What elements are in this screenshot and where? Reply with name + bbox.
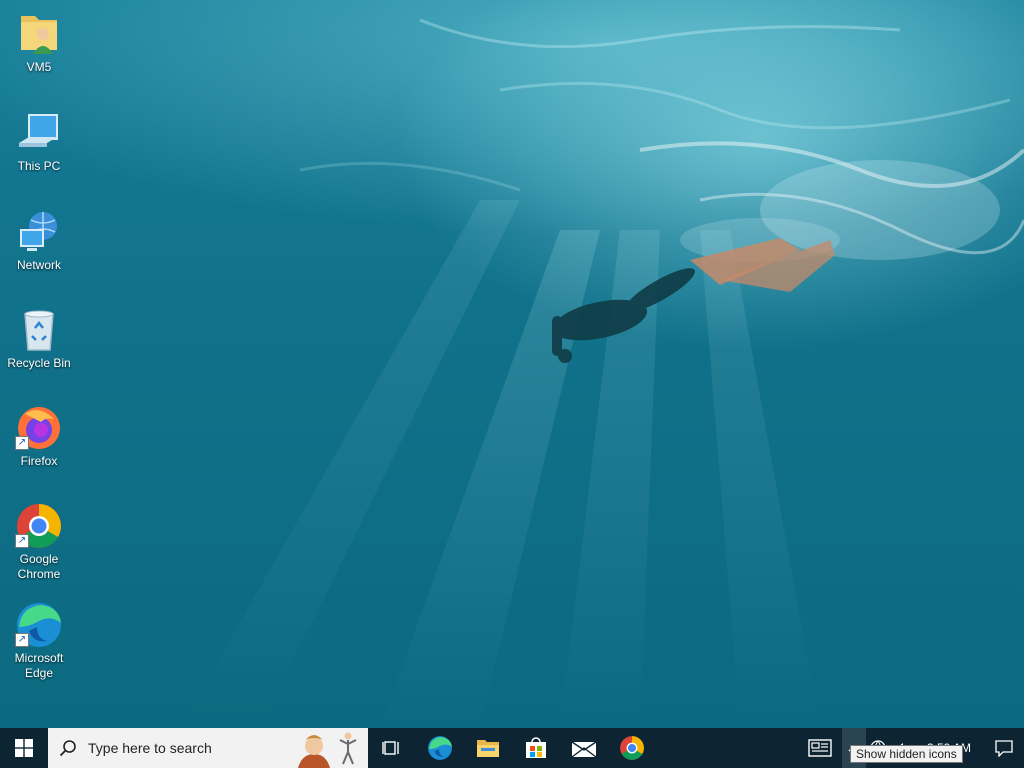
desktop-icon-vm5[interactable]: VM5 [4, 10, 74, 75]
mail-icon [571, 741, 597, 758]
desktop-icon-label: Microsoft Edge [14, 651, 64, 680]
desktop-icon-label: Network [16, 258, 61, 272]
edge-icon [428, 736, 452, 760]
shortcut-arrow-icon: ↗ [15, 534, 29, 548]
task-view-icon [382, 741, 399, 755]
desktop-icon-label: This PC [17, 159, 61, 173]
windows-logo-icon [15, 739, 33, 757]
desktop-icon-label: VM5 [26, 60, 52, 74]
desktop-icon-this-pc[interactable]: This PC [4, 109, 74, 174]
desktop-wallpaper [0, 0, 1024, 728]
desktop-icon-label: Recycle Bin [7, 356, 71, 370]
task-view-button[interactable] [368, 728, 416, 768]
shortcut-arrow-icon: ↗ [15, 633, 29, 647]
network-icon [20, 212, 57, 251]
search-placeholder: Type here to search [88, 740, 212, 756]
store-icon [526, 737, 546, 758]
search-box[interactable]: Type here to search [48, 728, 368, 768]
desktop-icon-label: Google Chrome [17, 552, 61, 581]
user-folder-icon [21, 16, 57, 54]
computer-icon [19, 114, 58, 147]
search-icon [48, 739, 88, 757]
news-widget-button[interactable] [798, 728, 842, 768]
start-button[interactable] [0, 728, 48, 768]
notification-icon [995, 740, 1013, 757]
taskbar-store-button[interactable] [512, 728, 560, 768]
recycle-bin-icon [24, 310, 54, 351]
search-highlight-illustration-icon [298, 732, 357, 768]
shortcut-arrow-icon: ↗ [15, 436, 29, 450]
desktop-icon-label: Firefox [20, 454, 58, 468]
desktop-icon-network[interactable]: Network [4, 208, 74, 273]
desktop-icon-google-chrome[interactable]: ↗ Google Chrome [4, 502, 74, 582]
taskbar-file-explorer-button[interactable] [464, 728, 512, 768]
file-explorer-icon [477, 740, 499, 757]
desktop-icon-microsoft-edge[interactable]: ↗ Microsoft Edge [4, 601, 74, 681]
taskbar-mail-button[interactable] [560, 728, 608, 768]
notifications-button[interactable] [984, 728, 1024, 768]
desktop-icon-recycle-bin[interactable]: Recycle Bin [4, 306, 74, 371]
chrome-icon [620, 736, 644, 760]
news-icon [808, 739, 832, 757]
taskbar-chrome-button[interactable] [608, 728, 656, 768]
desktop-icon-firefox[interactable]: ↗ Firefox [4, 404, 74, 469]
taskbar-edge-button[interactable] [416, 728, 464, 768]
tooltip-show-hidden-icons: Show hidden icons [850, 745, 963, 763]
